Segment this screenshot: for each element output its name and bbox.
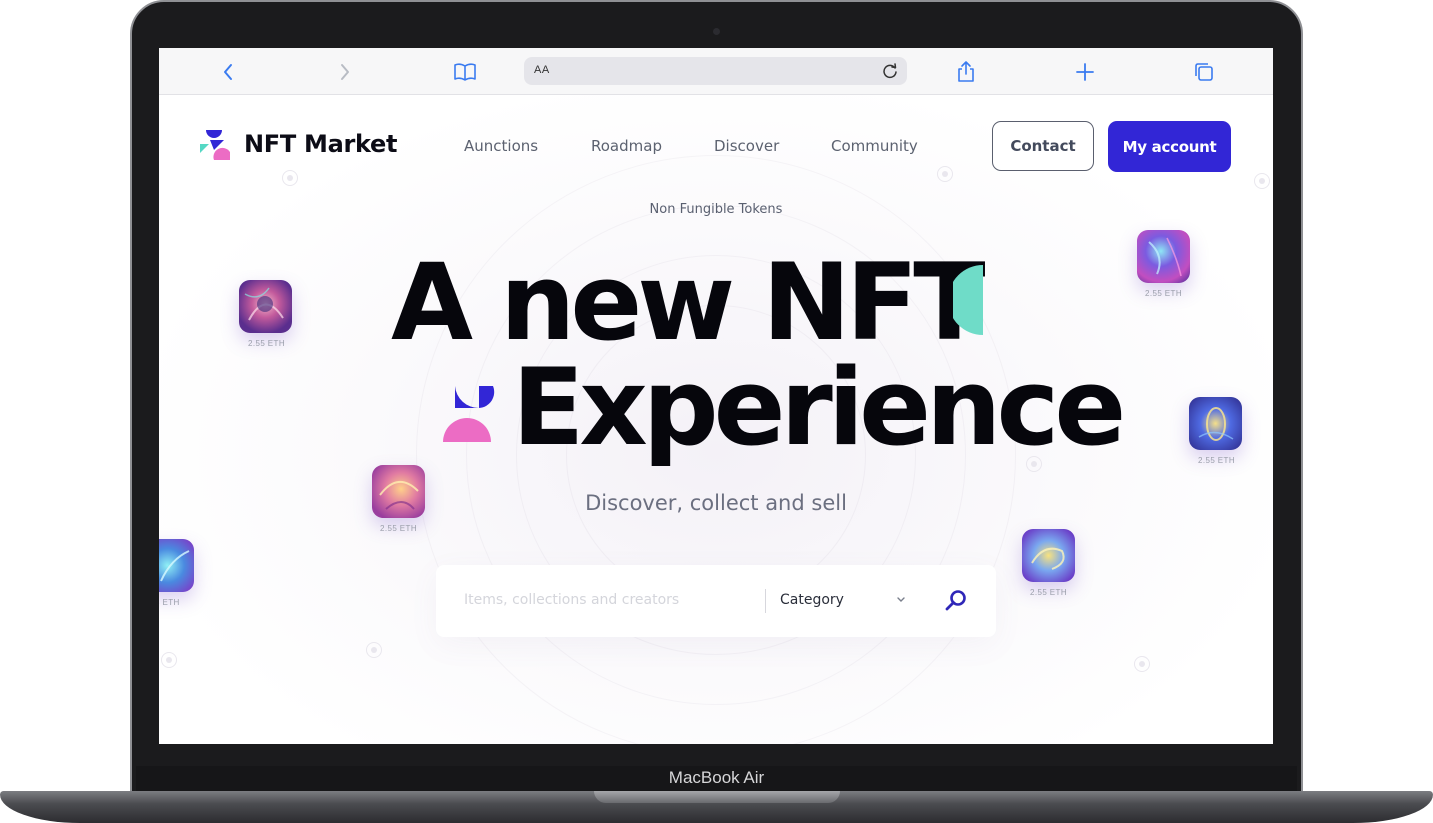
reader-aa[interactable]: AA [534, 64, 550, 76]
nft-artwork [1198, 407, 1234, 441]
nft-artwork [1148, 237, 1182, 277]
back-icon[interactable] [216, 60, 240, 84]
hero-subtitle: Discover, collect and sell [585, 491, 847, 515]
brand-name[interactable]: NFT Market [244, 130, 398, 158]
brand-logo-icon[interactable] [200, 130, 232, 160]
forward-icon[interactable] [333, 60, 357, 84]
browser-toolbar: AA [159, 48, 1273, 95]
search-input[interactable]: Items, collections and creators [464, 592, 679, 608]
search-divider [765, 589, 766, 613]
contact-button[interactable]: Contact [992, 121, 1094, 171]
nav-discover[interactable]: Discover [714, 137, 779, 155]
nav-roadmap[interactable]: Roadmap [591, 137, 662, 155]
camera-dot [713, 28, 720, 35]
hero-eyebrow: Non Fungible Tokens [649, 202, 783, 217]
bg-dot [161, 652, 177, 668]
nft-card[interactable] [1022, 529, 1075, 582]
model-label: MacBook Air [668, 768, 765, 787]
nav-community[interactable]: Community [831, 137, 918, 155]
search-bar: Items, collections and creators Category [436, 565, 996, 637]
hero-headline-line2: Experience [512, 346, 1126, 469]
teal-half-circle-decoration [953, 265, 983, 335]
nft-price: 2.55 ETH [1198, 456, 1235, 465]
chevron-down-icon[interactable] [894, 593, 908, 607]
nft-price: 2.55 ETH [380, 524, 417, 533]
category-select[interactable]: Category [780, 592, 844, 608]
my-account-button[interactable]: My account [1108, 121, 1231, 172]
nft-card[interactable] [1137, 230, 1190, 283]
nft-price: 2.55 ETH [248, 339, 285, 348]
nft-price: 2.55 ETH [1030, 588, 1067, 597]
nft-artwork [244, 287, 284, 321]
address-bar[interactable]: AA [524, 57, 907, 85]
bg-dot [1134, 656, 1150, 672]
blue-pink-decoration [443, 386, 495, 442]
nft-card[interactable] [372, 465, 425, 518]
reload-icon[interactable] [879, 60, 901, 82]
nft-artwork [1031, 547, 1065, 570]
nft-price: 5 ETH [159, 598, 180, 607]
nav-auctions[interactable]: Aunctions [464, 137, 538, 155]
search-icon[interactable] [944, 589, 968, 613]
nft-price: 2.55 ETH [1145, 289, 1182, 298]
new-tab-icon[interactable] [1073, 60, 1097, 84]
nft-artwork [379, 481, 419, 510]
bg-dot [282, 170, 298, 186]
screen: AA NFT Market Aunctions Roadmap Discover… [159, 48, 1273, 744]
bg-dot [366, 642, 382, 658]
nft-card[interactable] [1189, 397, 1242, 450]
bookmarks-icon[interactable] [453, 60, 477, 84]
nft-artwork [160, 550, 190, 582]
share-icon[interactable] [954, 60, 978, 84]
tabs-icon[interactable] [1192, 60, 1216, 84]
web-page: NFT Market Aunctions Roadmap Discover Co… [159, 95, 1273, 744]
nft-card[interactable] [159, 539, 194, 592]
hero-headline-line1: A new NFT [391, 241, 986, 364]
bg-dot [1254, 173, 1270, 189]
bg-dot [937, 166, 953, 182]
nft-card[interactable] [239, 280, 292, 333]
laptop-notch [594, 791, 840, 803]
